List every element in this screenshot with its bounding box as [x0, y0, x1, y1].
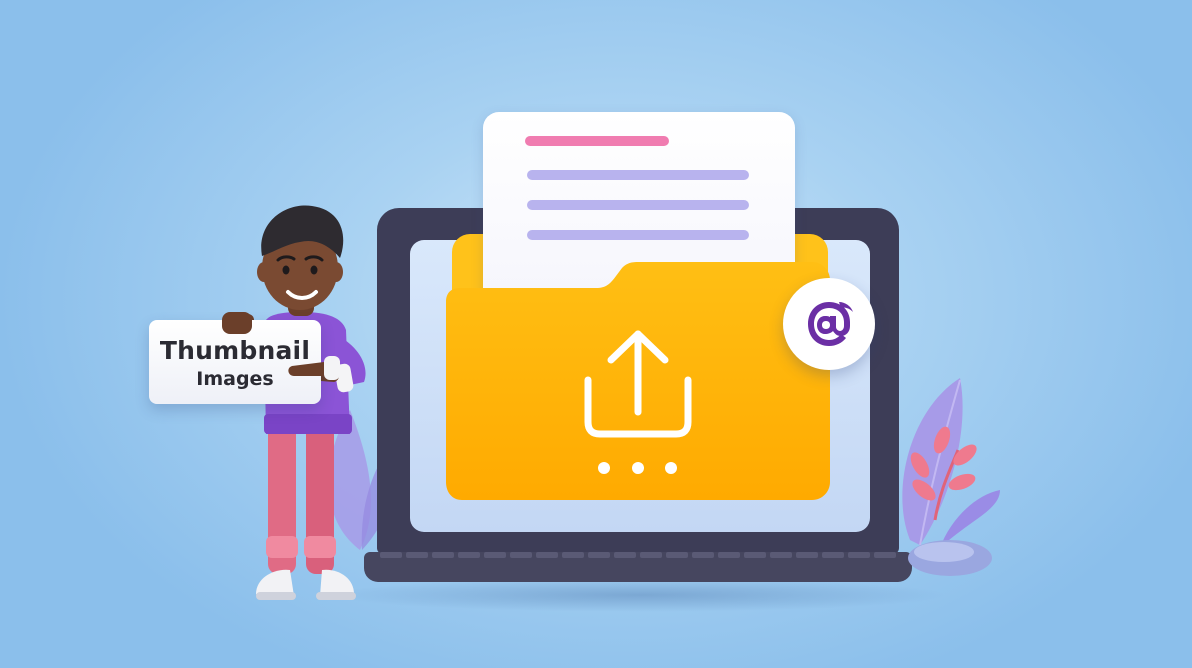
plant-decoration [902, 378, 1000, 576]
folder-front [446, 262, 830, 500]
blazor-at-icon [808, 302, 853, 346]
document-text-line [527, 230, 749, 240]
character-hands [222, 312, 340, 380]
document-text-line [527, 170, 749, 180]
laptop-shadow [330, 578, 950, 612]
character-illustration [234, 205, 366, 600]
document-title-line [525, 136, 669, 146]
document-text-line [527, 200, 749, 210]
blazor-badge [783, 278, 875, 370]
laptop-keyboard [380, 552, 896, 558]
